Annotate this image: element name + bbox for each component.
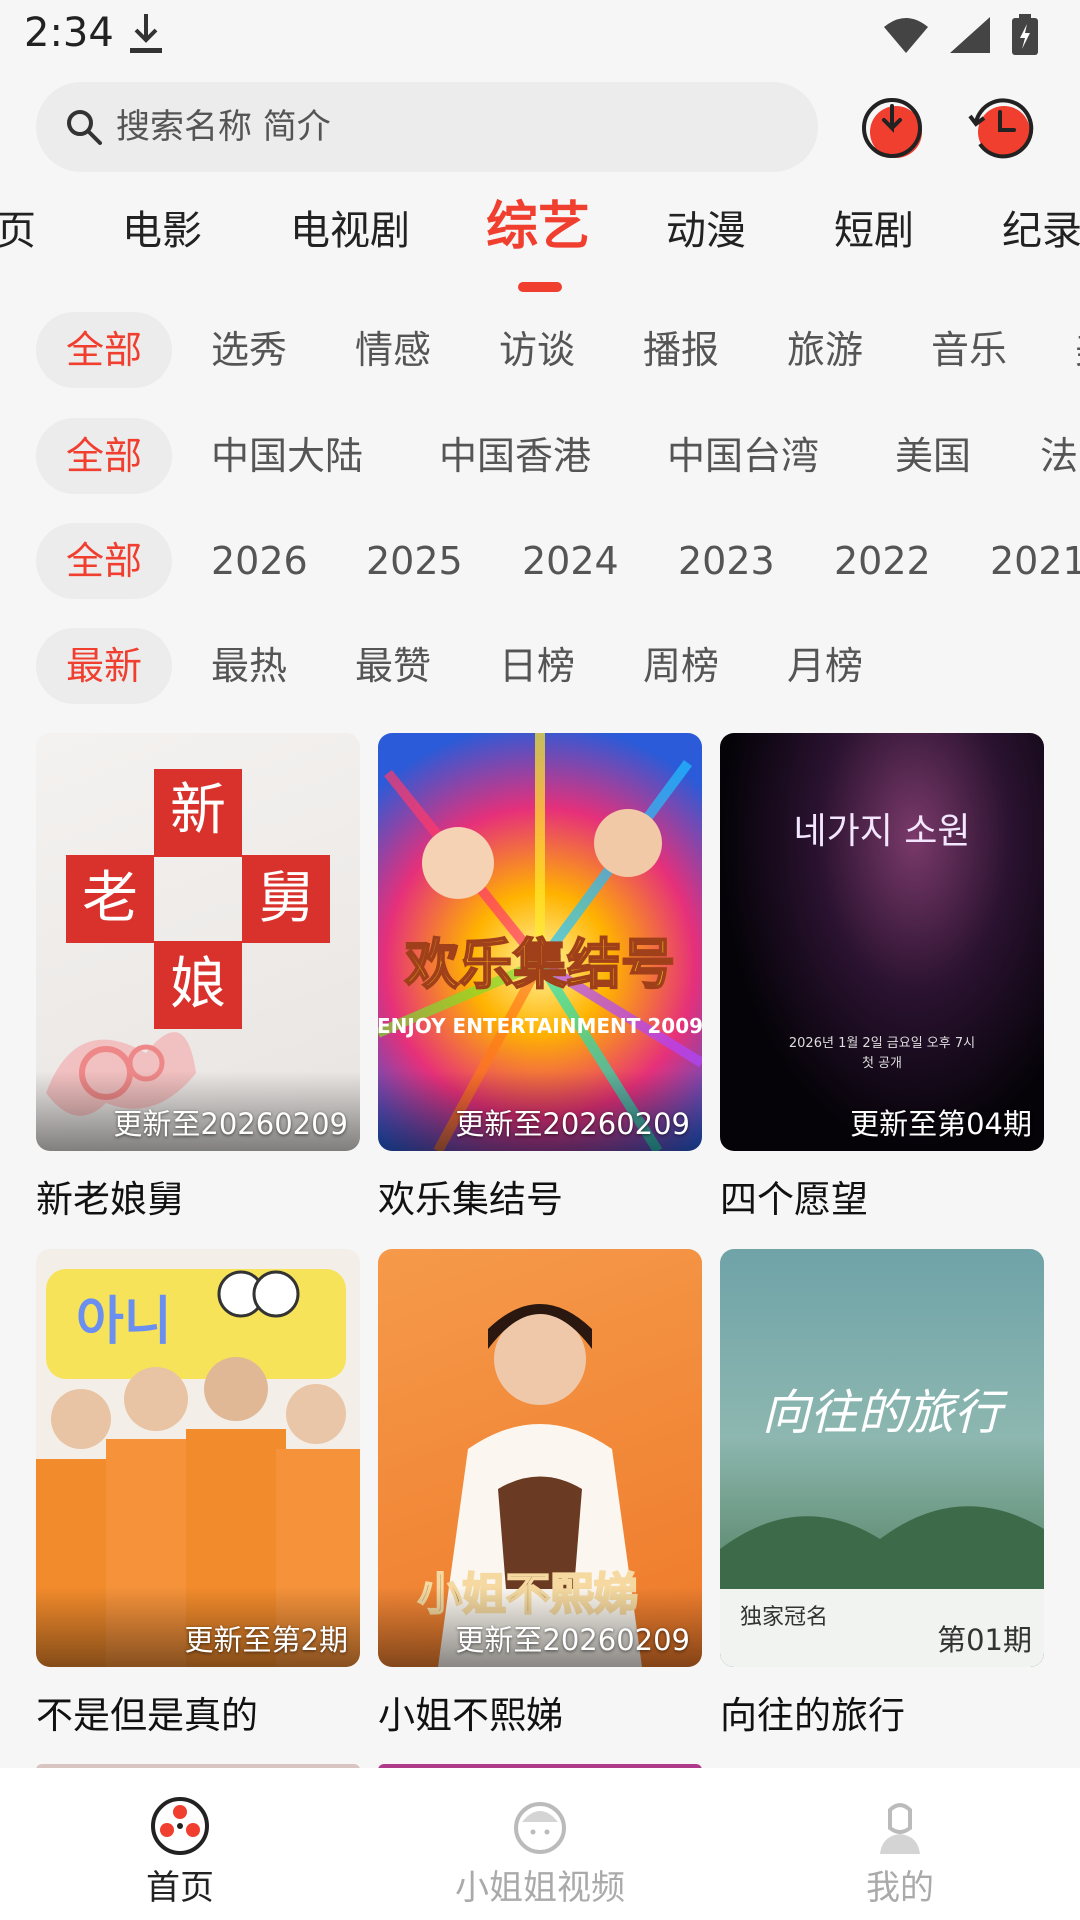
- show-title[interactable]: 向往的旅行: [720, 1685, 905, 1739]
- sort-chip[interactable]: 月榜: [787, 628, 863, 704]
- year-chip[interactable]: 2026: [211, 523, 308, 599]
- genre-chip[interactable]: 旅游: [787, 312, 863, 388]
- region-chip[interactable]: 法: [1040, 418, 1078, 494]
- poster-glyph: 舅: [258, 866, 314, 931]
- sort-chip-latest[interactable]: 最新: [36, 628, 173, 704]
- year-chip-all[interactable]: 全部: [36, 523, 173, 599]
- region-chip[interactable]: 中国台湾: [667, 418, 819, 494]
- poster-image[interactable]: 네가지 소원 2026년 1월 2일 금요일 오후 7시 첫 공개 更新至第04…: [720, 733, 1044, 1151]
- tab-movie[interactable]: 电影: [122, 200, 202, 270]
- search-bar[interactable]: [36, 82, 818, 172]
- poster-logo: 欢乐集结号: [404, 933, 675, 996]
- bottom-navigation: 首页 小姐姐视频 我的: [0, 1768, 1080, 1920]
- tab-short-drama[interactable]: 短剧: [834, 200, 914, 270]
- sort-chip[interactable]: 最赞: [355, 628, 431, 704]
- year-chip[interactable]: 2025: [366, 523, 463, 599]
- poster-glyph: 新: [170, 778, 226, 843]
- poster-image[interactable]: 欢乐集结号 ENJOY ENTERTAINMENT 2009 更新至202602…: [378, 733, 702, 1151]
- show-title[interactable]: 不是但是真的: [36, 1685, 258, 1739]
- genre-chip[interactable]: 选秀: [211, 312, 287, 388]
- film-reel-icon: [151, 1797, 209, 1855]
- region-chip[interactable]: 美国: [895, 418, 971, 494]
- battery-icon: [1012, 14, 1038, 55]
- poster-image[interactable]: 小姐不熙娣 更新至20260209: [378, 1249, 702, 1667]
- nav-label: 我的: [866, 1868, 934, 1908]
- update-badge: 第01期: [937, 1623, 1032, 1657]
- search-icon: [67, 110, 102, 145]
- sort-chip[interactable]: 周榜: [643, 628, 719, 704]
- search-input[interactable]: [114, 106, 758, 148]
- tab-variety[interactable]: 综艺: [486, 196, 590, 266]
- poster-image[interactable]: 아니 更新至第2期: [36, 1249, 360, 1667]
- year-filter-row: 全部 2026 2025 2024 2023 2022 2021: [0, 523, 1080, 599]
- show-title[interactable]: 欢乐集结号: [378, 1169, 563, 1223]
- nav-label: 小姐姐视频: [455, 1868, 625, 1908]
- show-title[interactable]: 四个愿望: [720, 1169, 868, 1223]
- poster-image[interactable]: 向往的旅行 独家冠名 第01期: [720, 1249, 1044, 1667]
- wifi-icon: [884, 18, 928, 53]
- update-badge: 更新至20260209: [455, 1623, 690, 1657]
- genre-chip[interactable]: 情感: [355, 312, 431, 388]
- update-badge: 更新至第04期: [850, 1107, 1032, 1141]
- status-bar: 2:34: [0, 0, 1080, 72]
- genre-chip-all[interactable]: 全部: [36, 312, 173, 388]
- nav-videos[interactable]: 小姐姐视频: [420, 1768, 660, 1920]
- year-chip[interactable]: 2024: [522, 523, 619, 599]
- download-status-icon: [130, 14, 162, 53]
- poster-glyph: 娘: [170, 952, 226, 1017]
- poster-subtitle: 첫 공개: [862, 1056, 902, 1071]
- update-badge: 更新至第2期: [184, 1623, 348, 1657]
- region-chip[interactable]: 中国香港: [439, 418, 591, 494]
- poster-art: 向往的旅行 独家冠名: [720, 1385, 1044, 1667]
- update-badge: 更新至20260209: [455, 1107, 690, 1141]
- face-icon: [514, 1802, 566, 1854]
- poster-title: 아니: [76, 1292, 172, 1352]
- poster-logo: 向往的旅行: [762, 1385, 1008, 1441]
- genre-chip[interactable]: 美: [1075, 312, 1080, 388]
- region-chip-all[interactable]: 全部: [36, 418, 173, 494]
- nav-label: 首页: [146, 1868, 214, 1908]
- region-chip[interactable]: 中国大陆: [211, 418, 363, 494]
- year-chip[interactable]: 2022: [834, 523, 931, 599]
- sort-chip[interactable]: 日榜: [499, 628, 575, 704]
- update-badge: 更新至20260209: [113, 1107, 348, 1141]
- nav-profile[interactable]: 我的: [780, 1768, 1020, 1920]
- nav-home[interactable]: 首页: [60, 1768, 300, 1920]
- genre-chip[interactable]: 访谈: [499, 312, 575, 388]
- tab-tv-series[interactable]: 电视剧: [290, 200, 410, 270]
- poster-glyph: 老: [82, 866, 138, 931]
- profile-icon: [880, 1803, 920, 1854]
- tab-anime[interactable]: 动漫: [666, 200, 746, 270]
- category-tabs: 页 电影 电视剧 综艺 动漫 短剧 纪录: [0, 197, 1080, 300]
- sort-chip[interactable]: 最热: [211, 628, 287, 704]
- show-title[interactable]: 新老娘舅: [36, 1169, 184, 1223]
- year-chip[interactable]: 2021: [990, 523, 1080, 599]
- show-title[interactable]: 小姐不熙娣: [378, 1685, 563, 1739]
- poster-art: 네가지 소원 2026년 1월 2일 금요일 오후 7시 첫 공개: [789, 811, 975, 1071]
- poster-image[interactable]: 新 老 舅 娘 更新至20260209: [36, 733, 360, 1151]
- active-tab-indicator: [518, 282, 562, 292]
- year-chip[interactable]: 2023: [678, 523, 775, 599]
- poster-title: 네가지 소원: [793, 811, 970, 852]
- genre-chip[interactable]: 播报: [643, 312, 719, 388]
- poster-subtitle: 2026년 1월 2일 금요일 오후 7시: [789, 1036, 975, 1051]
- sort-filter-row: 最新 最热 最赞 日榜 周榜 月榜: [0, 628, 1080, 704]
- region-filter-row: 全部 中国大陆 中国香港 中国台湾 美国 法: [0, 418, 1080, 494]
- signal-icon: [950, 17, 990, 53]
- poster-sponsor-tag: 独家冠名: [740, 1605, 828, 1630]
- tab-home[interactable]: 页: [0, 200, 36, 270]
- genre-filter-row: 全部 选秀 情感 访谈 播报 旅游 音乐 美: [0, 312, 1080, 388]
- tab-documentary[interactable]: 纪录: [1002, 200, 1080, 270]
- history-button-icon[interactable]: [964, 92, 1036, 164]
- genre-chip[interactable]: 音乐: [931, 312, 1007, 388]
- poster-subtitle: ENJOY ENTERTAINMENT 2009: [378, 1014, 702, 1038]
- download-button-icon[interactable]: [856, 92, 928, 164]
- status-time: 2:34: [24, 10, 114, 56]
